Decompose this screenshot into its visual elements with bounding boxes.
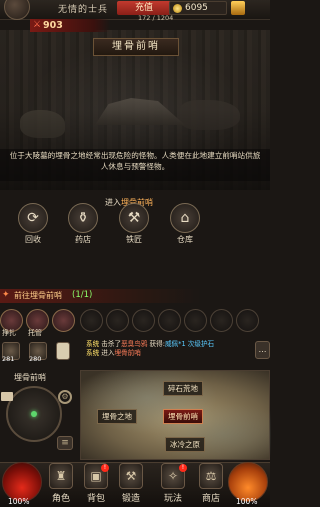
log-location: 埋骨前哨: [114, 349, 141, 357]
skill-label: 托管: [28, 329, 42, 337]
notification-badge: !: [179, 464, 187, 472]
current-area-label: 埋骨前哨: [14, 373, 46, 382]
power-value: 903: [43, 20, 63, 31]
log-line: 系统 进入埋骨前哨: [86, 349, 256, 358]
log-text: 获得:: [147, 340, 165, 348]
skill-slot-empty[interactable]: [236, 309, 259, 332]
facility-label: 仓库: [177, 235, 193, 244]
log-monster: 恶臭鸟鸦: [121, 340, 148, 348]
location-description: 位于大陵墓的埋骨之地经常出现危险的怪物。人类便在此地建立前哨站供旅人休息与预警怪…: [9, 151, 261, 171]
log-tag: 系统: [86, 340, 100, 348]
settings-icon[interactable]: ⚙: [58, 390, 72, 404]
chat-button[interactable]: …: [255, 341, 270, 359]
notification-badge: !: [101, 464, 109, 472]
facility-label: 药店: [75, 235, 91, 244]
nav-shop[interactable]: ⚖ 商店: [194, 463, 228, 504]
warehouse-icon: ⌂: [170, 203, 200, 233]
hp-orb: [2, 462, 42, 502]
skill-label: 挣扎: [2, 329, 16, 337]
hammer-icon: ⚒: [119, 463, 143, 489]
log-text: 击杀了: [101, 340, 122, 348]
skill-slot-empty[interactable]: [158, 309, 181, 332]
power-icon: ⚔: [33, 20, 42, 30]
anvil-icon: ⚒: [119, 203, 149, 233]
player-position-dot: [31, 411, 37, 417]
nav-character[interactable]: ♜ 角色: [44, 463, 78, 504]
scroll-icon[interactable]: [56, 342, 70, 360]
helmet-icon: ♜: [49, 463, 73, 489]
item-count: 280: [29, 355, 42, 363]
skill-slot-empty[interactable]: [184, 309, 207, 332]
nav-forge[interactable]: ⚒ 锻造: [114, 463, 148, 504]
skill-slot-empty[interactable]: [132, 309, 155, 332]
skill-slot-empty[interactable]: [210, 309, 233, 332]
location-description-box: 位于大陵墓的埋骨之地经常出现危险的怪物。人类便在此地建立前哨站供旅人休息与预警怪…: [0, 149, 270, 181]
skill-slot-empty[interactable]: [80, 309, 103, 332]
item-count: 281: [2, 355, 15, 363]
power-indicator: ⚔ 903: [30, 19, 110, 32]
map-location-current[interactable]: 埋骨前哨: [163, 409, 203, 424]
facility-label: 回收: [25, 235, 41, 244]
recharge-button[interactable]: 充值: [117, 1, 171, 15]
quest-icon: ✦: [2, 290, 10, 300]
mp-percent: 100%: [236, 497, 258, 506]
potion-icon: ⚱: [68, 203, 98, 233]
mail-icon[interactable]: [1, 392, 13, 401]
log-tag: 系统: [86, 349, 100, 357]
skill-slot[interactable]: [52, 309, 75, 332]
log-item: 威佩*1: [164, 340, 186, 348]
quest-progress: (1/1): [72, 290, 93, 300]
log-item: 次级护石: [185, 340, 215, 348]
gift-icon[interactable]: [231, 1, 245, 15]
hp-text: 172 / 1204: [138, 14, 174, 22]
facility-potion-shop[interactable]: ⚱ 药店: [66, 203, 100, 245]
facility-blacksmith[interactable]: ⚒ 铁匠: [117, 203, 151, 245]
skill-slot-empty[interactable]: [106, 309, 129, 332]
scale-icon: ⚖: [199, 463, 223, 489]
world-map[interactable]: 碎石荒地 埋骨之地 埋骨前哨 冰冷之原: [80, 370, 271, 461]
coin-counter: 6095: [169, 1, 227, 15]
map-location[interactable]: 碎石荒地: [163, 381, 203, 396]
nav-label: 商店: [201, 494, 220, 504]
nav-label: 锻造: [121, 494, 140, 504]
nav-label: 背包: [86, 494, 105, 504]
nav-label: 玩法: [163, 494, 182, 504]
menu-list-icon[interactable]: ≡: [57, 436, 73, 450]
map-location[interactable]: 埋骨之地: [97, 409, 137, 424]
quest-text: 前往埋骨前哨: [14, 291, 62, 300]
hp-percent: 100%: [8, 497, 30, 506]
facility-label: 铁匠: [126, 235, 142, 244]
log-line: 系统 击杀了恶臭鸟鸦 获得:威佩*1 次级护石: [86, 340, 256, 349]
recycle-icon: ⟳: [18, 203, 48, 233]
facility-warehouse[interactable]: ⌂ 仓库: [168, 203, 202, 245]
nav-label: 角色: [51, 494, 70, 504]
log-text: 进入: [101, 349, 115, 357]
location-title: 埋骨前哨: [93, 38, 179, 56]
map-location[interactable]: 冰冷之原: [165, 437, 205, 452]
system-log: 系统 击杀了恶臭鸟鸦 获得:威佩*1 次级护石 系统 进入埋骨前哨: [86, 340, 256, 368]
mp-orb: [228, 462, 268, 502]
coin-icon: [173, 4, 182, 13]
quest-tracker[interactable]: ✦ 前往埋骨前哨 (1/1): [0, 289, 200, 303]
facility-recycle[interactable]: ⟳ 回收: [16, 203, 50, 245]
